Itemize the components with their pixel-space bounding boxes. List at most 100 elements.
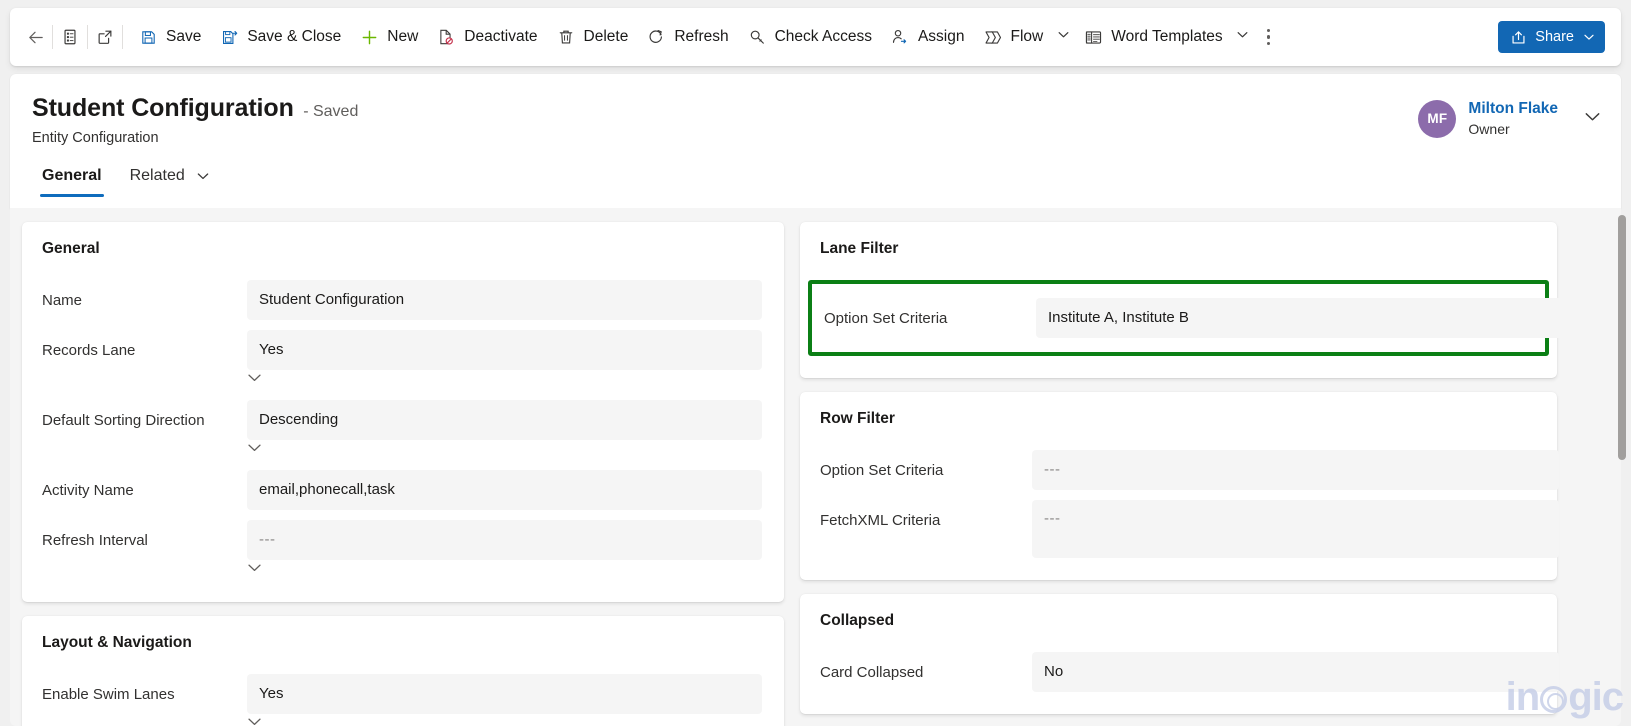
field-fetchxml-criteria: FetchXML Criteria --- <box>820 500 1559 558</box>
avatar[interactable]: MF <box>1418 99 1457 138</box>
tab-related[interactable]: Related <box>120 163 221 197</box>
new-label: New <box>387 28 419 45</box>
divider <box>52 25 53 49</box>
section-general: General Name * Student Configuration Rec… <box>22 222 784 602</box>
left-column: General Name * Student Configuration Rec… <box>22 222 784 726</box>
section-collapsed: Collapsed Card Collapsed No <box>800 594 1559 714</box>
deactivate-document-icon <box>436 27 456 47</box>
title-block: Student Configuration - Saved Entity Con… <box>32 94 358 146</box>
flow-icon <box>983 27 1003 47</box>
save-floppy-icon <box>138 27 158 47</box>
section-title: Lane Filter <box>820 240 899 257</box>
deactivate-button[interactable]: Deactivate <box>427 17 546 57</box>
chevron-down-icon <box>247 372 262 389</box>
section-layout-navigation: Layout & Navigation Enable Swim Lanes Ye… <box>22 616 784 726</box>
plus-icon <box>359 27 379 47</box>
field-control: --- <box>1032 500 1559 558</box>
form-scrollbar-thumb[interactable] <box>1618 215 1626 460</box>
field-card-collapsed: Card Collapsed No <box>820 652 1559 692</box>
lane-option-set-criteria-input[interactable]: Institute A, Institute B <box>1036 298 1563 338</box>
chevron-down-icon <box>1236 28 1249 46</box>
field-row-option-set-criteria: Option Set Criteria --- <box>820 450 1559 490</box>
field-enable-swim-lanes: Enable Swim Lanes Yes <box>42 674 764 726</box>
section-title: Row Filter <box>820 410 895 427</box>
save-button[interactable]: Save <box>129 17 210 57</box>
form-selector-icon <box>60 27 80 47</box>
tab-general[interactable]: General <box>32 163 112 197</box>
divider <box>87 25 88 49</box>
field-default-sorting-direction: Default Sorting Direction Descending <box>42 400 764 460</box>
form-selector-button[interactable] <box>59 21 81 53</box>
save-and-close-button[interactable]: Save & Close <box>210 17 350 57</box>
ellipsis-dot <box>1266 28 1271 33</box>
chevron-down-icon <box>1584 108 1601 130</box>
field-control: Institute A, Institute B <box>1036 298 1563 338</box>
flow-label: Flow <box>1010 28 1044 45</box>
form-tablist: General Related <box>32 163 220 197</box>
row-option-set-criteria-input[interactable]: --- <box>1032 450 1559 490</box>
command-bar: Save Save & Close New Deactivate Delete … <box>10 8 1621 66</box>
check-access-button[interactable]: Check Access <box>738 17 881 57</box>
word-templates-chevron-button[interactable] <box>1232 21 1254 53</box>
chevron-down-icon <box>1057 28 1070 46</box>
field-control: --- <box>247 520 762 580</box>
owner-block: MF Milton Flake Owner <box>1418 99 1601 139</box>
section-row-filter: Row Filter Option Set Criteria --- Fetch… <box>800 392 1559 580</box>
back-button[interactable] <box>24 21 46 53</box>
share-button[interactable]: Share <box>1498 21 1605 53</box>
section-lane-filter: Lane Filter Option Set Criteria Institut… <box>800 222 1563 378</box>
more-commands-button[interactable] <box>1254 20 1284 54</box>
word-template-icon <box>1083 27 1103 47</box>
new-button[interactable]: New <box>350 17 427 57</box>
chevron-down-icon <box>247 562 262 579</box>
deactivate-label: Deactivate <box>464 28 538 45</box>
delete-button[interactable]: Delete <box>547 17 638 57</box>
assign-button[interactable]: Assign <box>881 17 974 57</box>
field-label: Default Sorting Direction <box>42 412 205 429</box>
word-templates-button[interactable]: Word Templates <box>1074 17 1231 57</box>
share-label: Share <box>1535 29 1574 45</box>
owner-text: Milton Flake Owner <box>1468 99 1558 139</box>
card-collapsed-input[interactable]: No <box>1032 652 1559 692</box>
chevron-down-icon <box>247 442 262 459</box>
save-status-text: - Saved <box>303 103 359 120</box>
chevron-down-icon <box>1583 31 1595 43</box>
entity-subtitle: Entity Configuration <box>32 130 159 146</box>
owner-role-label: Owner <box>1468 120 1510 137</box>
back-arrow-icon <box>25 27 45 47</box>
field-label-text: Name <box>42 292 83 309</box>
check-access-label: Check Access <box>774 28 872 45</box>
field-records-lane: Records Lane Yes <box>42 330 764 390</box>
record-header: Student Configuration - Saved Entity Con… <box>10 74 1621 208</box>
form-scrollbar-track[interactable] <box>1617 215 1627 720</box>
name-input[interactable]: Student Configuration <box>247 280 762 320</box>
chevron-down-icon <box>247 716 262 726</box>
refresh-button[interactable]: Refresh <box>637 17 737 57</box>
field-control: Student Configuration <box>247 280 762 320</box>
section-title: Collapsed <box>820 612 895 629</box>
flow-chevron-button[interactable] <box>1052 21 1074 53</box>
delete-label: Delete <box>583 28 629 45</box>
trash-icon <box>556 27 576 47</box>
tab-related-label: Related <box>129 167 185 184</box>
ellipsis-dot <box>1266 41 1271 46</box>
owner-name[interactable]: Milton Flake <box>1468 99 1558 120</box>
open-in-new-window-icon <box>95 27 115 47</box>
records-lane-select[interactable]: Yes <box>247 330 762 370</box>
enable-swim-lanes-select[interactable]: Yes <box>247 674 762 714</box>
field-label: Refresh Interval <box>42 532 148 549</box>
owner-expand-button[interactable] <box>1584 108 1601 130</box>
section-title: General <box>42 240 100 257</box>
field-control: Yes <box>247 674 762 726</box>
open-in-new-window-button[interactable] <box>94 21 116 53</box>
field-control: No <box>1032 652 1559 692</box>
field-label: Card Collapsed <box>820 664 924 681</box>
field-control: Descending <box>247 400 762 460</box>
field-control: --- <box>1032 450 1559 490</box>
default-sorting-direction-select[interactable]: Descending <box>247 400 762 440</box>
activity-name-input[interactable]: email,phonecall,task <box>247 470 762 510</box>
refresh-interval-select[interactable]: --- <box>247 520 762 560</box>
field-control: Yes <box>247 330 762 390</box>
flow-button[interactable]: Flow <box>974 17 1053 57</box>
fetchxml-criteria-textarea[interactable]: --- <box>1032 500 1559 558</box>
